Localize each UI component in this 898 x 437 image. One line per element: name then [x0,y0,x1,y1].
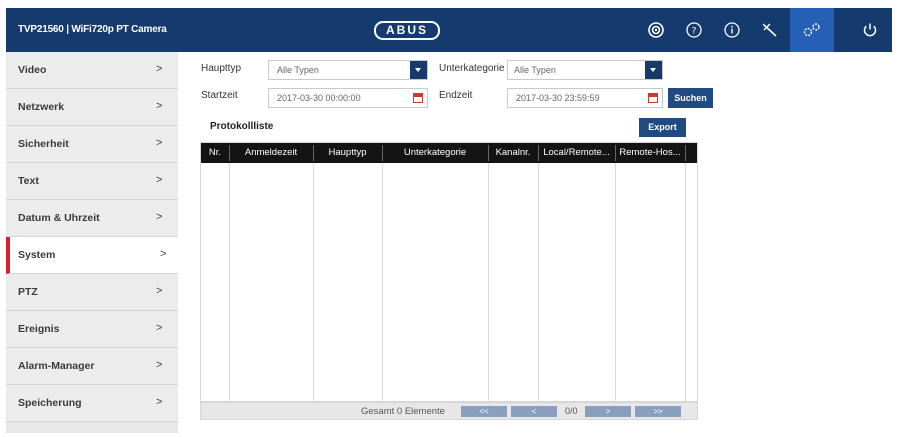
haupttyp-label: Haupttyp [201,63,242,74]
chevron-right-icon: > [156,359,163,371]
column-divider [538,143,539,403]
sidebar-item-netzwerk[interactable]: Netzwerk > [6,89,178,126]
column-header-anmeldezeit[interactable]: Anmeldezeit [229,143,313,163]
column-divider [229,143,230,403]
sidebar-item-ptz[interactable]: PTZ > [6,274,178,311]
tools-icon[interactable] [752,8,788,52]
sidebar-item-alarm-manager[interactable]: Alarm-Manager > [6,348,178,385]
chevron-right-icon: > [156,137,163,149]
column-header-nr[interactable]: Nr. [201,143,229,163]
haupttyp-select[interactable]: Alle Typen [268,60,428,80]
last-page-button[interactable]: >> [635,406,681,417]
chevron-right-icon: > [156,174,163,186]
column-header-haupttyp[interactable]: Haupttyp [313,143,382,163]
header-divider [313,145,314,161]
sidebar-item-label: Sicherheit [18,138,69,150]
sidebar-item-text[interactable]: Text > [6,163,178,200]
device-title: TVP21560 | WiFi720p PT Camera [18,24,167,35]
startzeit-label: Startzeit [201,90,238,101]
sidebar-item-label: Netzwerk [18,101,65,113]
search-button[interactable]: Suchen [668,88,713,108]
sidebar-item-label: Speicherung [18,397,82,409]
sidebar-item-label: Video [18,64,47,76]
column-divider [488,143,489,403]
startzeit-value: 2017-03-30 00:00:00 [277,93,361,103]
column-divider [685,143,686,403]
endzeit-input[interactable]: 2017-03-30 23:59:59 [507,88,663,108]
header-divider [538,145,539,161]
chevron-right-icon: > [156,100,163,112]
pagination-bar: Gesamt 0 Elemente << < 0/0 > >> [200,402,698,420]
sidebar-item-ereignis[interactable]: Ereignis > [6,311,178,348]
chevron-down-icon[interactable] [410,61,427,79]
chevron-right-icon: > [160,248,167,260]
power-icon[interactable] [852,8,888,52]
unterkategorie-select[interactable]: Alle Typen [507,60,663,80]
sidebar-item-label: Text [18,175,39,187]
sidebar-item-label: Datum & Uhrzeit [18,212,100,224]
chevron-right-icon: > [156,396,163,408]
svg-text:?: ? [692,27,697,37]
endzeit-label: Endzeit [439,90,473,101]
chevron-down-icon[interactable] [645,61,662,79]
top-header-bar: TVP21560 | WiFi720p PT Camera ABUS ? [6,8,892,52]
sidebar-item-sicherheit[interactable]: Sicherheit > [6,126,178,163]
info-icon[interactable] [714,8,750,52]
chevron-right-icon: > [156,63,163,75]
endzeit-value: 2017-03-30 23:59:59 [516,93,600,103]
sidebar-item-label: PTZ [18,286,38,298]
column-header-local-remote[interactable]: Local/Remote... [538,143,615,163]
unterkategorie-label: Unterkategorie [439,63,505,74]
log-table: Nr. Anmeldezeit Haupttyp Unterkategorie … [200,142,698,403]
header-divider [685,145,686,161]
sidebar-item-label: System [18,249,56,261]
abus-logo: ABUS [374,21,440,40]
sidebar-item-datum-uhrzeit[interactable]: Datum & Uhrzeit > [6,200,178,237]
next-page-button[interactable]: > [585,406,631,417]
header-divider [229,145,230,161]
export-button[interactable]: Export [639,118,686,137]
column-header-remote-host[interactable]: Remote-Hos... [615,143,685,163]
page-indicator: 0/0 [565,406,578,416]
chevron-right-icon: > [156,285,163,297]
log-list-title: Protokollliste [210,121,274,132]
sidebar-item-speicherung[interactable]: Speicherung > [6,385,178,422]
prev-page-button[interactable]: < [511,406,557,417]
column-divider [615,143,616,403]
total-count: Gesamt 0 Elemente [361,406,445,417]
chevron-right-icon: > [156,211,163,223]
haupttyp-value: Alle Typen [277,65,319,75]
sidebar-nav: Video > Netzwerk > Sicherheit > Text > D… [6,52,178,433]
first-page-button[interactable]: << [461,406,507,417]
column-divider [313,143,314,403]
calendar-icon[interactable] [413,93,423,103]
settings-gears-icon[interactable] [790,8,834,52]
header-divider [615,145,616,161]
sidebar-item-video[interactable]: Video > [6,52,178,89]
sidebar-item-label: Alarm-Manager [18,360,95,372]
sidebar-item-system[interactable]: System > [6,237,178,274]
column-header-unterkategorie[interactable]: Unterkategorie [382,143,488,163]
startzeit-input[interactable]: 2017-03-30 00:00:00 [268,88,428,108]
table-header: Nr. Anmeldezeit Haupttyp Unterkategorie … [201,143,697,163]
live-view-icon[interactable] [638,8,674,52]
sidebar-item-label: Ereignis [18,323,60,335]
calendar-icon[interactable] [648,93,658,103]
column-divider [382,143,383,403]
header-divider [488,145,489,161]
unterkategorie-value: Alle Typen [514,65,556,75]
help-icon[interactable]: ? [676,8,712,52]
column-header-kanalnr[interactable]: Kanalnr. [488,143,538,163]
chevron-right-icon: > [156,322,163,334]
header-divider [382,145,383,161]
